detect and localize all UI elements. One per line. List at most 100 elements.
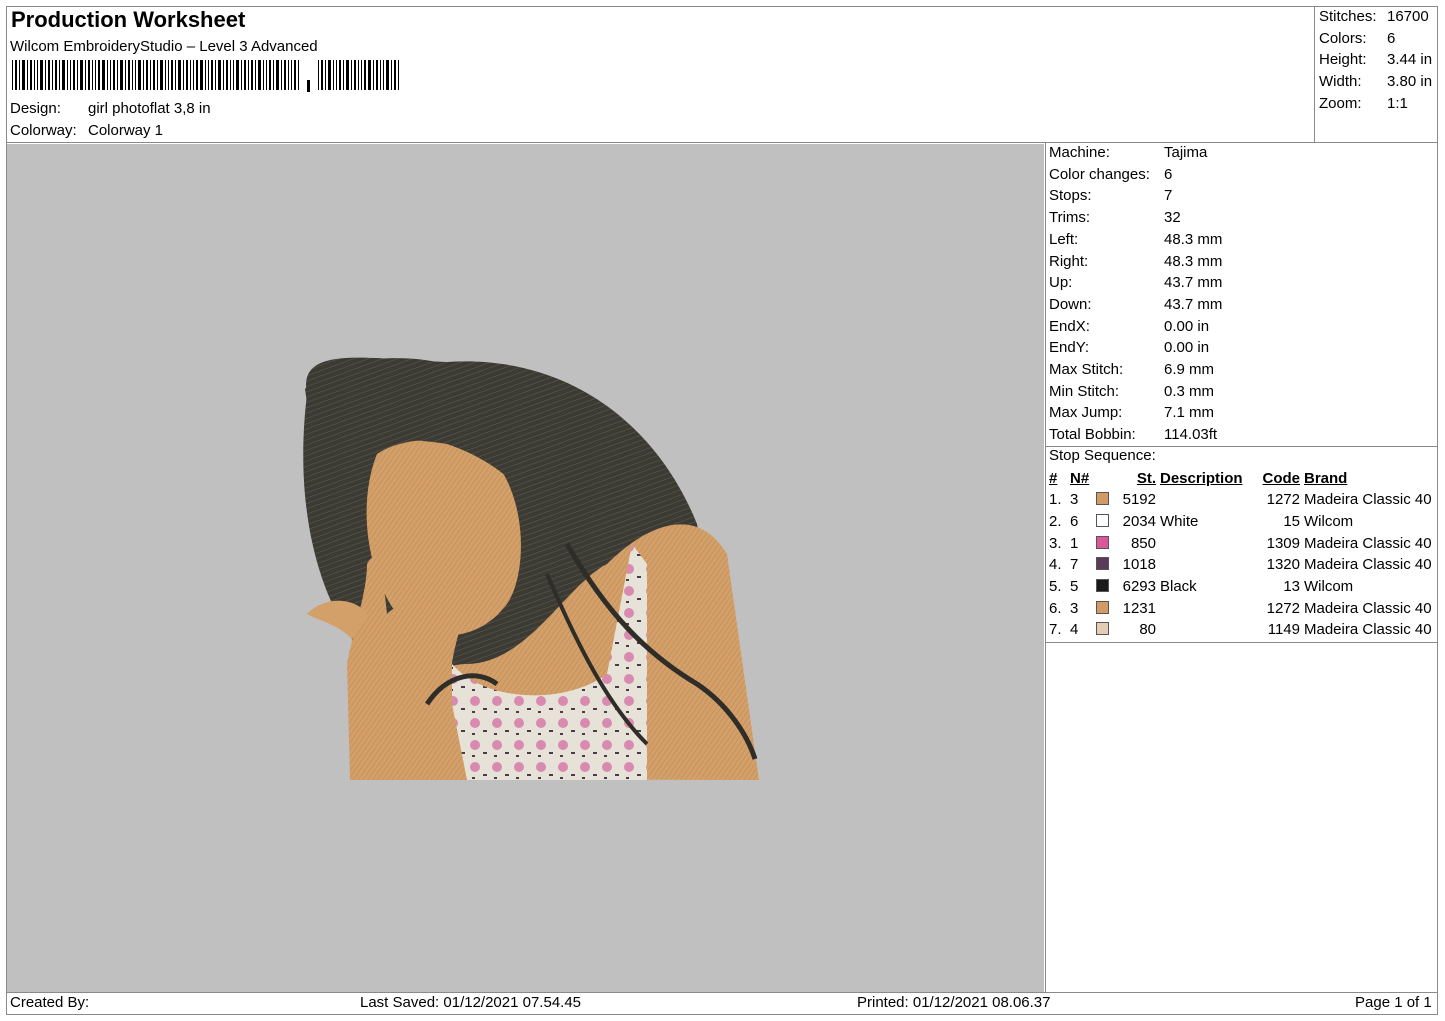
- color-swatch-cell: [1094, 576, 1112, 598]
- software-name: Wilcom EmbroideryStudio – Level 3 Advanc…: [10, 38, 318, 55]
- stat-value: 6: [1387, 29, 1396, 47]
- color-description: [1158, 554, 1250, 576]
- max-jump-value: 7.1 mm: [1164, 404, 1215, 422]
- thread-brand: Madeira Classic 40: [1304, 599, 1432, 617]
- color-description: [1158, 597, 1250, 619]
- stat-value: 3.44 in: [1387, 51, 1433, 69]
- col-brand-header: Brand: [1304, 470, 1348, 487]
- color-swatch-cell: [1094, 554, 1112, 576]
- color-swatch: [1096, 492, 1109, 506]
- table-header-row: # N# St. Description Code Brand: [1046, 468, 1442, 489]
- thread-code: 1320: [1266, 556, 1300, 574]
- thread-brand: Madeira Classic 40: [1304, 534, 1432, 552]
- thread-brand: Wilcom: [1304, 513, 1354, 531]
- endy-label: EndY:: [1049, 339, 1090, 357]
- stat-label: Stitches:: [1319, 8, 1377, 25]
- stat-value: 3.80 in: [1387, 73, 1433, 91]
- stat-row: Stitches: 16700: [1319, 6, 1432, 28]
- design-row: Design: girl photoflat 3,8 in: [10, 100, 211, 117]
- stat-label: Width:: [1319, 73, 1362, 91]
- table-row: 5. 5 6293 Black 13 Wilcom: [1046, 576, 1442, 598]
- color-changes-value: 6: [1164, 165, 1173, 183]
- total-bobbin-row: Total Bobbin: 114.03ft: [1049, 424, 1222, 446]
- stop-index: 3.: [1049, 534, 1062, 552]
- machine-value: Tajima: [1164, 144, 1208, 161]
- embroidery-design-image: [303, 357, 759, 780]
- design-label: Design:: [10, 100, 61, 117]
- thread-brand: Madeira Classic 40: [1304, 556, 1432, 574]
- color-description: White: [1160, 513, 1199, 531]
- header-divider: [6, 142, 1438, 143]
- printed-date: Printed: 01/12/2021 08.06.37: [857, 994, 1051, 1011]
- stop-table-divider: [1045, 642, 1438, 643]
- total-bobbin-label: Total Bobbin:: [1049, 426, 1136, 444]
- min-stitch-value: 0.3 mm: [1164, 382, 1215, 400]
- needle-number: 1: [1070, 534, 1079, 552]
- design-stats: Stitches: 16700 Colors: 6 Height: 3.44 in W…: [1319, 6, 1432, 115]
- table-row: 3. 1 850 1309 Madeira Classic 40: [1046, 532, 1442, 554]
- min-stitch-row: Min Stitch: 0.3 mm: [1049, 381, 1222, 403]
- thread-code: 1309: [1266, 534, 1300, 552]
- trims-value: 32: [1164, 209, 1181, 227]
- table-row: 4. 7 1018 1320 Madeira Classic 40: [1046, 554, 1442, 576]
- left-value: 48.3 mm: [1164, 230, 1223, 248]
- thread-code: 1149: [1267, 621, 1300, 639]
- max-stitch-value: 6.9 mm: [1164, 361, 1215, 379]
- needle-number: 3: [1070, 491, 1079, 509]
- color-swatch-cell: [1094, 511, 1112, 533]
- down-label: Down:: [1049, 295, 1092, 313]
- max-jump-label: Max Jump:: [1049, 404, 1123, 422]
- color-changes-label: Color changes:: [1049, 165, 1150, 183]
- machine-info: Machine: Tajima Color changes: 6 Stops: 7 T…: [1049, 142, 1222, 446]
- color-swatch-cell: [1094, 532, 1112, 554]
- stitch-count: 2034: [1122, 513, 1156, 531]
- col-needle-header: N#: [1070, 470, 1090, 487]
- thread-brand: Madeira Classic 40: [1304, 621, 1432, 639]
- trims-row: Trims: 32: [1049, 207, 1222, 229]
- down-row: Down: 43.7 mm: [1049, 294, 1222, 316]
- colorway-value: Colorway 1: [88, 122, 164, 139]
- stat-label: Height:: [1319, 51, 1367, 69]
- stat-row: Height: 3.44 in: [1319, 49, 1432, 71]
- thread-brand: Wilcom: [1304, 578, 1354, 596]
- needle-number: 7: [1070, 556, 1079, 574]
- needle-number: 4: [1070, 621, 1079, 639]
- color-description: [1158, 532, 1250, 554]
- stat-row: Width: 3.80 in: [1319, 71, 1432, 93]
- col-code-header: Code: [1262, 470, 1301, 487]
- max-jump-row: Max Jump: 7.1 mm: [1049, 402, 1222, 424]
- thread-code: 15: [1283, 513, 1300, 531]
- stop-sequence-title: Stop Sequence:: [1049, 447, 1156, 464]
- needle-number: 5: [1070, 578, 1079, 596]
- color-swatch: [1096, 622, 1109, 636]
- thread-code: 13: [1283, 578, 1300, 596]
- color-swatch-cell: [1094, 619, 1112, 641]
- stop-index: 2.: [1049, 513, 1062, 531]
- col-stitches-header: St.: [1136, 470, 1156, 487]
- color-swatch-cell: [1094, 597, 1112, 619]
- stops-row: Stops: 7: [1049, 185, 1222, 207]
- stitch-count: 1018: [1122, 556, 1156, 574]
- endx-label: EndX:: [1049, 317, 1090, 335]
- colorway-row: Colorway: Colorway 1: [10, 122, 163, 139]
- stitch-count: 5192: [1122, 491, 1156, 509]
- stops-value: 7: [1164, 187, 1173, 205]
- trims-label: Trims:: [1049, 209, 1091, 227]
- col-description-header: Description: [1160, 470, 1243, 487]
- needle-number: 3: [1070, 599, 1079, 617]
- up-value: 43.7 mm: [1164, 274, 1223, 292]
- stops-label: Stops:: [1049, 187, 1092, 205]
- endx-value: 0.00 in: [1164, 317, 1210, 335]
- col-index-header: #: [1049, 470, 1058, 487]
- endy-row: EndY: 0.00 in: [1049, 337, 1222, 359]
- stats-divider: [1314, 6, 1315, 142]
- total-bobbin-value: 114.03ft: [1164, 426, 1218, 444]
- stitch-count: 1231: [1122, 599, 1156, 617]
- color-swatch: [1096, 514, 1109, 528]
- thread-brand: Madeira Classic 40: [1304, 491, 1432, 509]
- design-value: girl photoflat 3,8 in: [88, 100, 211, 117]
- created-by: Created By:: [10, 994, 90, 1011]
- right-label: Right:: [1049, 252, 1089, 270]
- col-swatch-header: [1094, 468, 1112, 489]
- stat-row: Colors: 6: [1319, 28, 1432, 50]
